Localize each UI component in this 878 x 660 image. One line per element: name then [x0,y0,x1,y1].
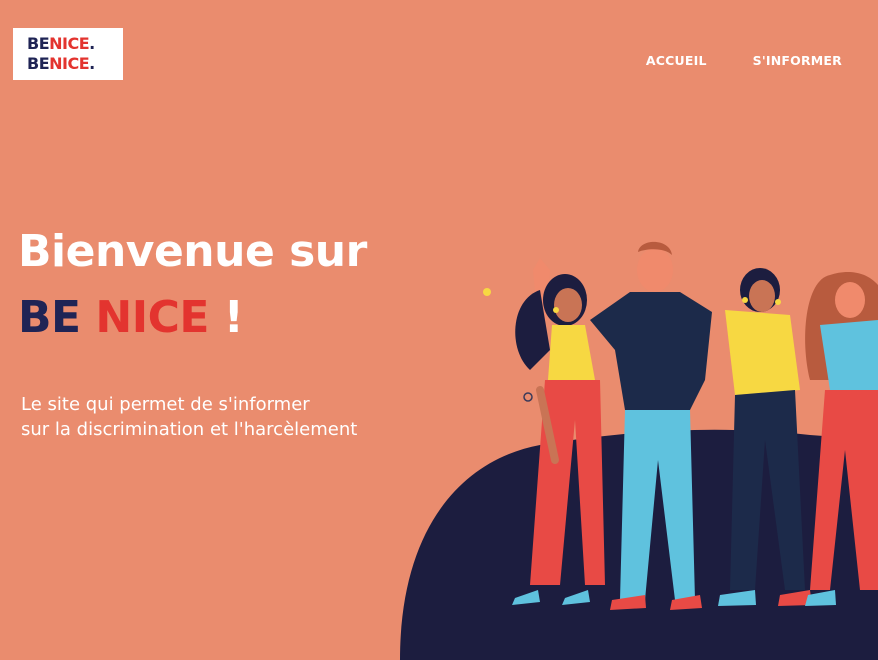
group-of-friends-illustration [400,241,878,660]
nav-link-s-informer[interactable]: S'INFORMER [753,53,842,68]
hero-title: Bienvenue sur BE NICE ! [18,222,367,348]
logo-line-1: BENICE. [27,34,95,53]
main-nav: ACCUEIL S'INFORMER [646,53,842,68]
hero-title-line-1: Bienvenue sur [18,226,367,277]
hero-subtitle-line-1: Le site qui permet de s'informer [21,394,310,415]
hero-subtitle: Le site qui permet de s'informer sur la … [21,392,357,442]
decor-dot-yellow [483,288,491,296]
decor-ring [523,392,533,402]
hero-brand-line: BE NICE ! [18,292,244,343]
site-logo[interactable]: BENICE. BENICE. [13,28,123,80]
nav-link-accueil[interactable]: ACCUEIL [646,53,707,68]
logo-line-2: BENICE. [27,54,95,73]
hero-subtitle-line-2: sur la discrimination et l'harcèlement [21,419,358,440]
